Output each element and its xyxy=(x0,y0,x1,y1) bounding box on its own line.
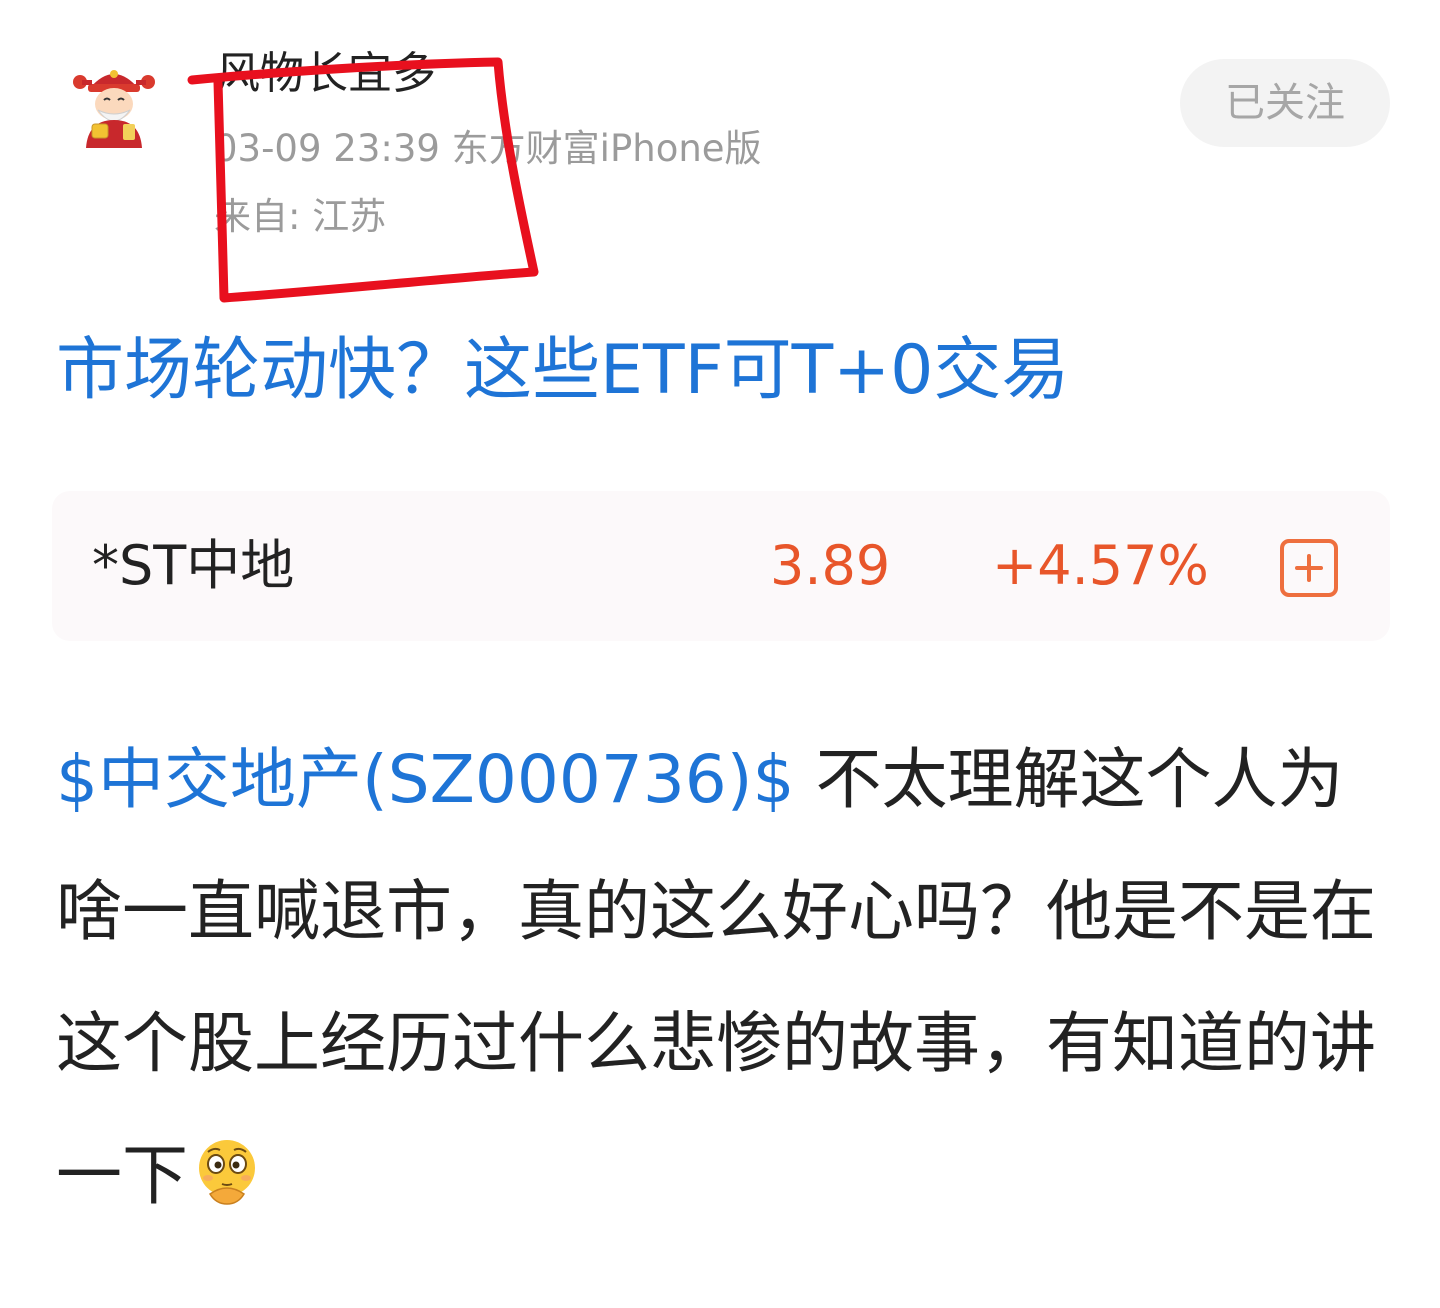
caishen-avatar-icon xyxy=(73,70,155,148)
stock-quote-card[interactable]: *ST中地 3.89 +4.57% xyxy=(52,491,1390,641)
avatar[interactable] xyxy=(68,58,160,150)
stock-change-percent: +4.57% xyxy=(992,534,1209,597)
author-name[interactable]: 风物长宜多 xyxy=(216,44,436,104)
post-time-source: 03-09 23:39 东方财富iPhone版 xyxy=(214,127,762,170)
flushed-hand-on-chin-emoji xyxy=(199,1140,255,1205)
post-location: 来自: 江苏 xyxy=(214,195,387,238)
stock-name: *ST中地 xyxy=(92,534,295,597)
follow-button[interactable]: 已关注 xyxy=(1180,59,1390,147)
post-title-link[interactable]: 市场轮动快？这些ETF可T+0交易 xyxy=(56,326,1069,416)
post-body: $中交地产(SZ000736)$ 不太理解这个人为啥一直喊退市，真的这么好心吗？… xyxy=(56,714,1386,1242)
stock-tag-link[interactable]: $中交地产(SZ000736)$ xyxy=(56,741,795,818)
stock-price: 3.89 xyxy=(770,534,891,597)
add-to-watchlist-button[interactable] xyxy=(1280,539,1338,597)
